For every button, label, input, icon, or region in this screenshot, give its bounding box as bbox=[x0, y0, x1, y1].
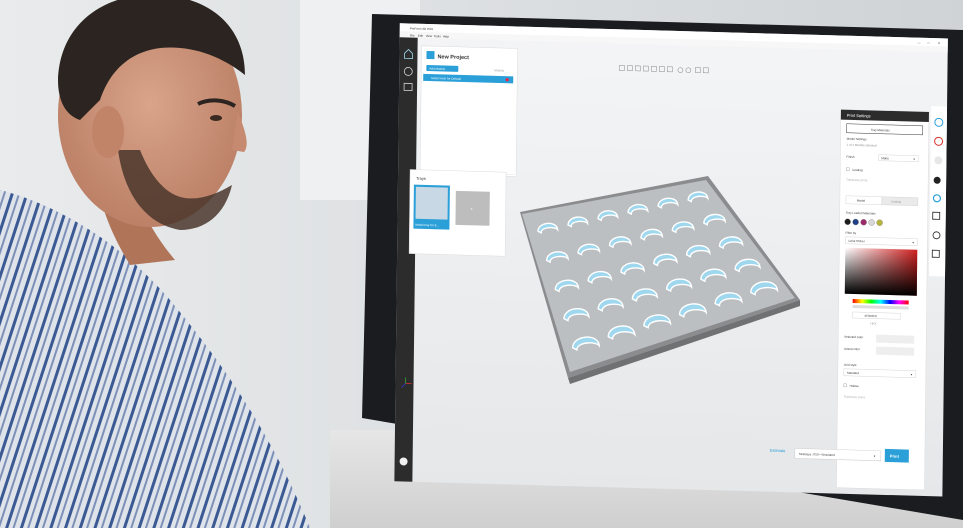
hex-input[interactable]: #F0F0F0 bbox=[852, 311, 901, 320]
models-selected-text: 1 of 1 Models selected bbox=[847, 143, 877, 148]
project-icon-badge bbox=[426, 50, 435, 60]
menu-edit[interactable]: Edit bbox=[418, 34, 423, 38]
finish-select[interactable]: Matte ▾ bbox=[878, 154, 919, 162]
actual-color-label: Actual color bbox=[844, 347, 860, 351]
print-button-label: Print bbox=[890, 454, 900, 459]
model-item-label: Model Arch for Default bbox=[431, 76, 461, 81]
tab-coating-label: Coating bbox=[891, 200, 902, 204]
tray-materials-button[interactable]: Tray Materials bbox=[846, 123, 924, 136]
color-picker[interactable] bbox=[844, 247, 918, 296]
project-panel: New Project Add Models Models Model Arch… bbox=[419, 45, 518, 177]
menu-help[interactable]: Help bbox=[443, 34, 450, 38]
add-models-label: Add Models bbox=[429, 67, 445, 71]
minimize-icon[interactable]: — bbox=[918, 41, 921, 45]
thickness-label: Thickness (mm) bbox=[846, 178, 867, 183]
hex-value: #F0F0F0 bbox=[864, 314, 877, 318]
material-swatch-4[interactable] bbox=[868, 219, 875, 226]
print-settings-title: Print Settings bbox=[847, 113, 871, 119]
menu-file[interactable]: File bbox=[410, 33, 415, 37]
tray-materials-label: Tray Materials bbox=[871, 128, 890, 133]
model-settings-header: Model Settings bbox=[847, 137, 867, 142]
right-toolbar bbox=[928, 106, 948, 277]
trays-header: Trays bbox=[416, 176, 426, 181]
project-title: New Project bbox=[437, 54, 469, 61]
selected-color-swatch bbox=[876, 334, 915, 344]
grid-style-label: Grid style bbox=[844, 363, 857, 367]
menu-view[interactable]: View bbox=[426, 34, 433, 38]
trays-panel: Trays Model tray for E... + bbox=[408, 169, 507, 257]
material-swatch-3[interactable] bbox=[860, 219, 867, 226]
tab-model[interactable]: Model bbox=[845, 195, 883, 205]
filter-value: Color Picker bbox=[848, 239, 864, 243]
material-swatch-5[interactable] bbox=[876, 219, 883, 226]
filter-by-label: Filter by bbox=[845, 231, 856, 235]
estimate-link[interactable]: Estimate bbox=[770, 448, 786, 453]
tab-model-label: Model bbox=[857, 199, 866, 203]
thickness2-label: Thickness (mm) bbox=[844, 395, 865, 400]
tray-label: Model tray for E... bbox=[415, 223, 439, 228]
grid-style-value: Standard bbox=[847, 371, 860, 375]
add-tray-button[interactable]: + bbox=[455, 190, 490, 226]
finish-label: Finish bbox=[846, 155, 854, 159]
selected-color-label: Selected color bbox=[844, 335, 863, 340]
finish-value: Matte bbox=[881, 156, 889, 160]
hollow-label: Hollow bbox=[850, 384, 860, 388]
coating-checkbox[interactable] bbox=[846, 167, 850, 172]
tab-coating[interactable]: Coating bbox=[881, 196, 919, 206]
coating-label: Coating bbox=[852, 168, 863, 172]
material-swatch-1[interactable] bbox=[844, 218, 851, 226]
app-title: PreForm 3D Print bbox=[410, 26, 434, 31]
menu-tools[interactable]: Tools bbox=[434, 34, 442, 38]
printer-select[interactable]: Stratasys J750 • Simulated ▾ bbox=[794, 448, 882, 462]
add-models-button[interactable]: Add Models bbox=[426, 64, 459, 72]
actual-color-swatch bbox=[876, 346, 915, 356]
material-swatch-2[interactable] bbox=[852, 218, 859, 226]
tray-thumbnail[interactable]: Model tray for E... bbox=[413, 184, 450, 230]
hex-sub-label: HEX bbox=[870, 321, 876, 325]
print-button[interactable]: Print bbox=[884, 448, 909, 463]
tray-loaded-materials-label: Tray Loaded Materials bbox=[846, 211, 876, 216]
models-header: Models bbox=[494, 68, 504, 72]
hollow-checkbox[interactable] bbox=[843, 383, 847, 388]
print-settings-panel: Print Settings Tray Materials Model Sett… bbox=[836, 109, 930, 491]
scene: PreForm 3D Print — □ ✕ File Edit View To… bbox=[0, 0, 963, 528]
maximize-icon[interactable]: □ bbox=[928, 41, 930, 45]
